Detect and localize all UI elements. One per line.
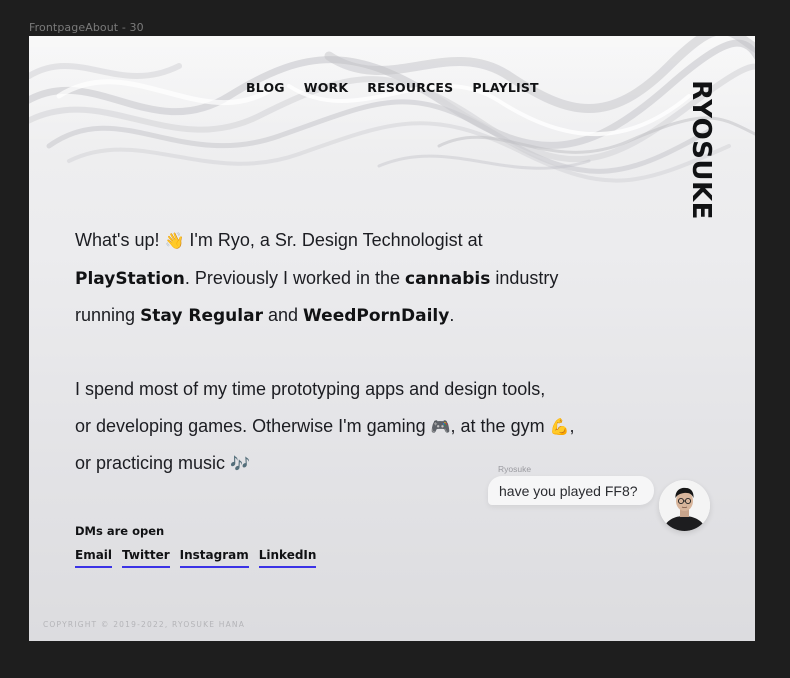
intro-text-segment: and xyxy=(262,305,304,325)
instagram-link[interactable]: Instagram xyxy=(179,548,249,568)
nav-work-link[interactable]: WORK xyxy=(304,80,349,95)
music-notes-icon: 🎶 xyxy=(230,454,250,473)
avatar-portrait-icon xyxy=(659,480,710,531)
about-page: BLOG WORK RESOURCES PLAYLIST RYOSUKE Wha… xyxy=(29,36,755,641)
intro-line-5: or developing games. Otherwise I'm gamin… xyxy=(75,408,605,446)
chat-message: have you played FF8? xyxy=(499,482,638,499)
avatar[interactable] xyxy=(659,480,710,531)
background-wave-artwork xyxy=(29,36,755,183)
dms-open-heading: DMs are open xyxy=(75,524,165,538)
intro-line-2: PlayStation. Previously I worked in the … xyxy=(75,260,605,298)
intro-line-3: running Stay Regular and WeedPornDaily. xyxy=(75,297,605,335)
brand-stay-regular: Stay Regular xyxy=(140,306,263,326)
nav-blog-link[interactable]: BLOG xyxy=(246,80,285,95)
nav-resources-link[interactable]: RESOURCES xyxy=(367,80,453,95)
nav-playlist-link[interactable]: PLAYLIST xyxy=(472,80,538,95)
brand-playstation: PlayStation xyxy=(75,268,185,289)
linkedin-link[interactable]: LinkedIn xyxy=(258,548,317,568)
intro-text-segment: I'm Ryo, a Sr. Design Technologist at xyxy=(184,230,483,250)
intro-line-1: What's up! 👋 I'm Ryo, a Sr. Design Techn… xyxy=(75,222,605,260)
intro-text-segment: , at the gym xyxy=(450,415,550,436)
waving-hand-icon: 👋 xyxy=(164,231,185,250)
intro-text-segment: , xyxy=(569,415,575,436)
intro-text-segment: What's up! xyxy=(75,230,165,250)
intro-text-segment: running xyxy=(75,305,141,325)
copyright-text: COPYRIGHT © 2019-2022, RYOSUKE HANA xyxy=(43,620,246,629)
logo-text: RYOSUKE xyxy=(686,80,717,220)
brand-cannabis: cannabis xyxy=(405,268,491,289)
gamepad-icon: 🎮 xyxy=(430,416,451,436)
email-link[interactable]: Email xyxy=(75,548,113,568)
brand-weedporndaily: WeedPornDaily xyxy=(303,306,450,326)
intro-text-segment: or developing games. Otherwise I'm gamin… xyxy=(75,415,431,436)
frame-label: FrontpageAbout - 30 xyxy=(29,21,144,34)
intro-text-segment: . Previously I worked in the xyxy=(184,267,406,288)
intro-text: What's up! 👋 I'm Ryo, a Sr. Design Techn… xyxy=(75,222,605,483)
intro-text-segment: . xyxy=(449,305,455,325)
intro-line-4: I spend most of my time prototyping apps… xyxy=(75,379,546,399)
chat-sender-name: Ryosuke xyxy=(498,464,532,474)
chat-bubble[interactable]: have you played FF8? xyxy=(488,476,654,505)
site-logo[interactable]: RYOSUKE xyxy=(681,80,721,220)
social-links: Email Twitter Instagram LinkedIn xyxy=(75,548,317,568)
flexed-biceps-icon: 💪 xyxy=(549,416,570,436)
main-nav: BLOG WORK RESOURCES PLAYLIST xyxy=(246,80,539,95)
intro-text-segment: industry xyxy=(490,267,559,288)
twitter-link[interactable]: Twitter xyxy=(122,548,170,568)
intro-text-segment: or practicing music xyxy=(75,453,231,473)
